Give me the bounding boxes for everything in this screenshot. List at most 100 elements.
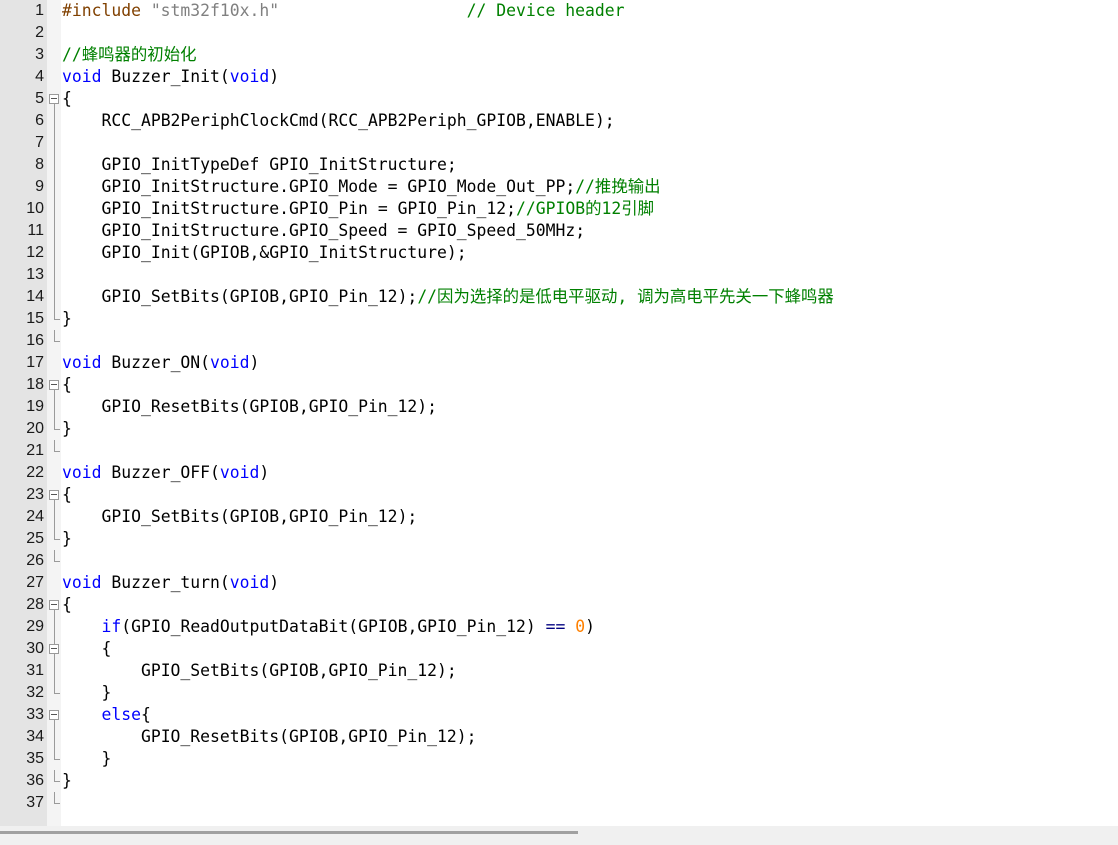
fold-line xyxy=(47,198,61,220)
code-line[interactable]: 37 xyxy=(0,792,1118,814)
code-line[interactable]: 2 xyxy=(0,22,1118,44)
code-line[interactable]: 34 GPIO_ResetBits(GPIOB,GPIO_Pin_12); xyxy=(0,726,1118,748)
fold-toggle-icon[interactable] xyxy=(47,374,61,396)
code-line[interactable]: 6 RCC_APB2PeriphClockCmd(RCC_APB2Periph_… xyxy=(0,110,1118,132)
code-line[interactable]: 36} xyxy=(0,770,1118,792)
fold-line xyxy=(47,286,61,308)
code-line[interactable]: 13 xyxy=(0,264,1118,286)
code-line[interactable]: 29 if(GPIO_ReadOutputDataBit(GPIOB,GPIO_… xyxy=(0,616,1118,638)
code-text: GPIO_Init(GPIOB,&GPIO_InitStructure); xyxy=(101,243,467,262)
code-line[interactable]: 1 #include "stm32f10x.h" // Device header xyxy=(0,0,1118,22)
code-text: } xyxy=(62,683,112,702)
code-line[interactable]: 3 //蜂鸣器的初始化 xyxy=(0,44,1118,66)
code-line[interactable]: 15} xyxy=(0,308,1118,330)
code-text: #include "stm32f10x.h" // Device header xyxy=(62,1,625,20)
code-line[interactable]: 24 GPIO_SetBits(GPIOB,GPIO_Pin_12); xyxy=(0,506,1118,528)
code-line[interactable]: 5{ xyxy=(0,88,1118,110)
code-text: GPIO_SetBits(GPIOB,GPIO_Pin_12);//因为选择的是… xyxy=(101,287,834,306)
line-number: 10 xyxy=(26,200,44,217)
line-number: 7 xyxy=(35,134,44,151)
code-text: GPIO_ResetBits(GPIOB,GPIO_Pin_12); xyxy=(140,727,477,746)
code-text: GPIO_SetBits(GPIOB,GPIO_Pin_12); xyxy=(101,507,418,526)
fold-line xyxy=(47,242,61,264)
code-editor[interactable]: 1 #include "stm32f10x.h" // Device header… xyxy=(0,0,1118,826)
fold-toggle-icon[interactable] xyxy=(47,88,61,110)
code-line[interactable]: 32 } xyxy=(0,682,1118,704)
fold-toggle-icon[interactable] xyxy=(47,704,61,726)
fold-end-marker xyxy=(47,770,61,792)
fold-empty xyxy=(47,66,61,88)
code-line[interactable]: 18 { xyxy=(0,374,1118,396)
code-line[interactable]: 21 xyxy=(0,440,1118,462)
code-line[interactable]: 10 GPIO_InitStructure.GPIO_Pin = GPIO_Pi… xyxy=(0,198,1118,220)
line-number: 18 xyxy=(26,376,44,393)
line-number: 2 xyxy=(35,24,44,41)
code-line[interactable]: 4 void Buzzer_Init(void) xyxy=(0,66,1118,88)
line-number: 11 xyxy=(27,222,44,239)
line-number: 17 xyxy=(26,354,44,371)
line-number: 14 xyxy=(26,288,44,305)
code-line[interactable]: 27 void Buzzer_turn(void) xyxy=(0,572,1118,594)
code-line[interactable]: 30 { xyxy=(0,638,1118,660)
code-line[interactable]: 33 else{ xyxy=(0,704,1118,726)
fold-line xyxy=(47,660,61,682)
code-line[interactable]: 17 void Buzzer_ON(void) xyxy=(0,352,1118,374)
code-text: void Buzzer_Init(void) xyxy=(62,67,280,86)
code-line[interactable]: 31 GPIO_SetBits(GPIOB,GPIO_Pin_12); xyxy=(0,660,1118,682)
fold-end-marker xyxy=(47,330,61,352)
code-line[interactable]: 19 GPIO_ResetBits(GPIOB,GPIO_Pin_12); xyxy=(0,396,1118,418)
horizontal-scrollbar[interactable] xyxy=(0,826,1118,845)
code-text: void Buzzer_ON(void) xyxy=(62,353,260,372)
code-line[interactable]: 23 { xyxy=(0,484,1118,506)
code-text: } xyxy=(62,529,72,548)
line-number: 1 xyxy=(35,2,44,19)
fold-toggle-icon[interactable] xyxy=(47,594,61,616)
code-text: GPIO_InitStructure.GPIO_Mode = GPIO_Mode… xyxy=(101,177,661,196)
fold-empty xyxy=(47,44,61,66)
code-text: RCC_APB2PeriphClockCmd(RCC_APB2Periph_GP… xyxy=(101,111,615,130)
line-number: 35 xyxy=(26,750,44,767)
line-number: 29 xyxy=(26,618,44,635)
code-line[interactable]: 26 xyxy=(0,550,1118,572)
code-lines[interactable]: 1 #include "stm32f10x.h" // Device header… xyxy=(0,0,1118,814)
fold-toggle-icon[interactable] xyxy=(47,484,61,506)
fold-line xyxy=(47,154,61,176)
code-line[interactable]: 22 void Buzzer_OFF(void) xyxy=(0,462,1118,484)
line-number: 6 xyxy=(35,112,44,129)
code-line[interactable]: 16 xyxy=(0,330,1118,352)
fold-empty xyxy=(47,352,61,374)
code-line[interactable]: 28 { xyxy=(0,594,1118,616)
code-line[interactable]: 8 GPIO_InitTypeDef GPIO_InitStructure; xyxy=(0,154,1118,176)
line-number: 28 xyxy=(26,596,44,613)
code-text: //蜂鸣器的初始化 xyxy=(62,45,197,64)
code-line[interactable]: 14 GPIO_SetBits(GPIOB,GPIO_Pin_12);//因为选… xyxy=(0,286,1118,308)
code-line[interactable]: 35 } xyxy=(0,748,1118,770)
code-line[interactable]: 7 xyxy=(0,132,1118,154)
line-number: 19 xyxy=(26,398,44,415)
fold-line xyxy=(47,616,61,638)
code-text: { xyxy=(62,89,72,108)
line-number: 36 xyxy=(26,772,44,789)
fold-end-marker xyxy=(47,440,61,462)
code-line[interactable]: 25} xyxy=(0,528,1118,550)
line-number: 24 xyxy=(26,508,44,525)
line-number: 34 xyxy=(26,728,44,745)
code-text: GPIO_ResetBits(GPIOB,GPIO_Pin_12); xyxy=(101,397,438,416)
line-number: 20 xyxy=(26,420,44,437)
code-line[interactable]: 12 GPIO_Init(GPIOB,&GPIO_InitStructure); xyxy=(0,242,1118,264)
code-text: GPIO_InitTypeDef GPIO_InitStructure; xyxy=(101,155,457,174)
fold-empty xyxy=(47,572,61,594)
line-number: 16 xyxy=(26,332,44,349)
line-number: 23 xyxy=(26,486,44,503)
horizontal-scrollbar-thumb[interactable] xyxy=(0,831,578,834)
line-number: 12 xyxy=(26,244,44,261)
line-number: 4 xyxy=(35,68,44,85)
line-number: 22 xyxy=(26,464,44,481)
fold-toggle-icon[interactable] xyxy=(47,638,61,660)
code-line[interactable]: 9 GPIO_InitStructure.GPIO_Mode = GPIO_Mo… xyxy=(0,176,1118,198)
code-line[interactable]: 11 GPIO_InitStructure.GPIO_Speed = GPIO_… xyxy=(0,220,1118,242)
fold-line xyxy=(47,264,61,286)
code-line[interactable]: 20} xyxy=(0,418,1118,440)
